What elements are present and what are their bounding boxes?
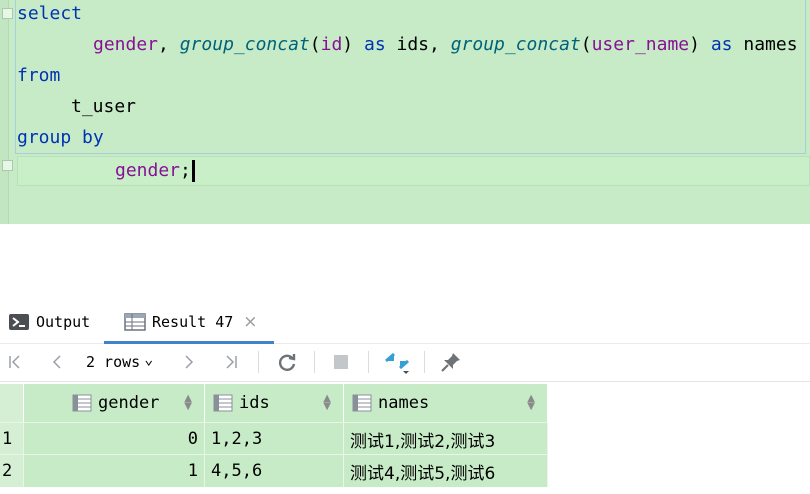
- table-header-row: gender ▲ ▼ ids ▲ ▼ names ▲ ▼: [0, 384, 548, 422]
- tab-output-label: Output: [36, 313, 91, 331]
- tab-result[interactable]: Result 47 ×: [104, 301, 274, 344]
- code-line-4: t_user: [71, 93, 136, 121]
- punct: (: [309, 34, 321, 55]
- cell-ids[interactable]: 4,5,6: [205, 455, 344, 487]
- toolbar-separator: [258, 351, 259, 373]
- tab-result-label: Result 47: [152, 313, 234, 331]
- row-number: 1: [0, 423, 24, 455]
- code-line-2: gender, group_concat(id) as ids, group_c…: [93, 31, 798, 59]
- first-page-icon[interactable]: [4, 349, 26, 375]
- function-group-concat: group_concat: [450, 34, 581, 55]
- code-line-6: gender;: [115, 157, 195, 185]
- column-id: id: [320, 34, 343, 55]
- rows-count-dropdown[interactable]: 2 rows ⌄: [86, 349, 153, 375]
- cell-names[interactable]: 测试1,测试2,测试3: [344, 423, 548, 455]
- toolbar-separator: [314, 351, 315, 373]
- console-icon: [8, 313, 30, 331]
- tab-output[interactable]: Output: [8, 301, 90, 343]
- text-caret: [191, 160, 195, 182]
- column-icon: [213, 394, 233, 412]
- sql-editor[interactable]: select gender, group_concat(id) as ids, …: [0, 0, 810, 224]
- column-header-names[interactable]: names ▲ ▼: [344, 384, 548, 422]
- fold-marker-icon[interactable]: [2, 160, 13, 171]
- keyword-as: as: [710, 34, 733, 55]
- chevron-down-icon: ⌄: [144, 350, 154, 368]
- punct: ): [689, 34, 711, 55]
- row-number: 2: [0, 455, 24, 487]
- sort-icon[interactable]: ▲ ▼: [527, 394, 535, 412]
- previous-page-icon[interactable]: [46, 349, 68, 375]
- code-line-1: select: [17, 0, 82, 28]
- punct: ;: [180, 160, 191, 181]
- compare-arrows-icon[interactable]: [382, 349, 412, 375]
- column-header-ids[interactable]: ids ▲ ▼: [205, 384, 344, 422]
- code-line-5: group by: [17, 124, 104, 152]
- fold-marker-icon[interactable]: [2, 8, 13, 19]
- stop-icon[interactable]: [330, 349, 352, 375]
- results-panel: Output Result 47 × 2 rows ⌄ gender ▲ ▼ i…: [0, 224, 810, 494]
- table-name: t_user: [71, 96, 137, 117]
- column-header-label: ids: [239, 393, 270, 413]
- code-line-3: from: [17, 62, 60, 90]
- column-user-name: user_name: [591, 34, 690, 55]
- punct: ,: [158, 34, 180, 55]
- column-gender: gender: [93, 34, 159, 55]
- toolbar-separator: [368, 351, 369, 373]
- function-group-concat: group_concat: [179, 34, 310, 55]
- close-icon[interactable]: ×: [243, 312, 257, 332]
- cell-gender[interactable]: 1: [24, 455, 205, 487]
- editor-gutter: [0, 0, 9, 224]
- keyword-select: select: [17, 3, 83, 24]
- keyword-group-by: group by: [17, 127, 104, 148]
- row-number-header: [0, 384, 24, 422]
- table-row[interactable]: 2 1 4,5,6 测试4,测试5,测试6: [0, 454, 548, 487]
- column-icon: [352, 394, 372, 412]
- cell-gender[interactable]: 0: [24, 423, 205, 455]
- column-header-label: names: [378, 393, 430, 413]
- sort-icon[interactable]: ▲ ▼: [184, 394, 192, 412]
- statement-highlight: [15, 0, 806, 154]
- results-toolbar: 2 rows ⌄: [0, 343, 810, 382]
- rows-count-label: 2 rows: [86, 353, 141, 371]
- table-icon: [124, 313, 146, 331]
- column-header-gender[interactable]: gender ▲ ▼: [24, 384, 205, 422]
- panel-tabs: Output Result 47 ×: [0, 301, 810, 344]
- column-icon: [72, 394, 92, 412]
- next-page-icon[interactable]: [178, 349, 200, 375]
- sort-icon[interactable]: ▲ ▼: [323, 394, 331, 412]
- alias-names: names: [732, 34, 798, 55]
- column-header-label: gender: [98, 393, 160, 413]
- keyword-as: as: [363, 34, 386, 55]
- toolbar-separator: [424, 351, 425, 373]
- table-row[interactable]: 1 0 1,2,3 测试1,测试2,测试3: [0, 422, 548, 455]
- refresh-icon[interactable]: [274, 349, 300, 375]
- keyword-from: from: [17, 65, 61, 86]
- cell-names[interactable]: 测试4,测试5,测试6: [344, 455, 548, 487]
- column-gender: gender: [115, 160, 181, 181]
- punct: ): [342, 34, 364, 55]
- punct: (: [580, 34, 592, 55]
- alias-ids: ids,: [385, 34, 451, 55]
- last-page-icon[interactable]: [220, 349, 242, 375]
- pin-icon[interactable]: [438, 349, 464, 375]
- cell-ids[interactable]: 1,2,3: [205, 423, 344, 455]
